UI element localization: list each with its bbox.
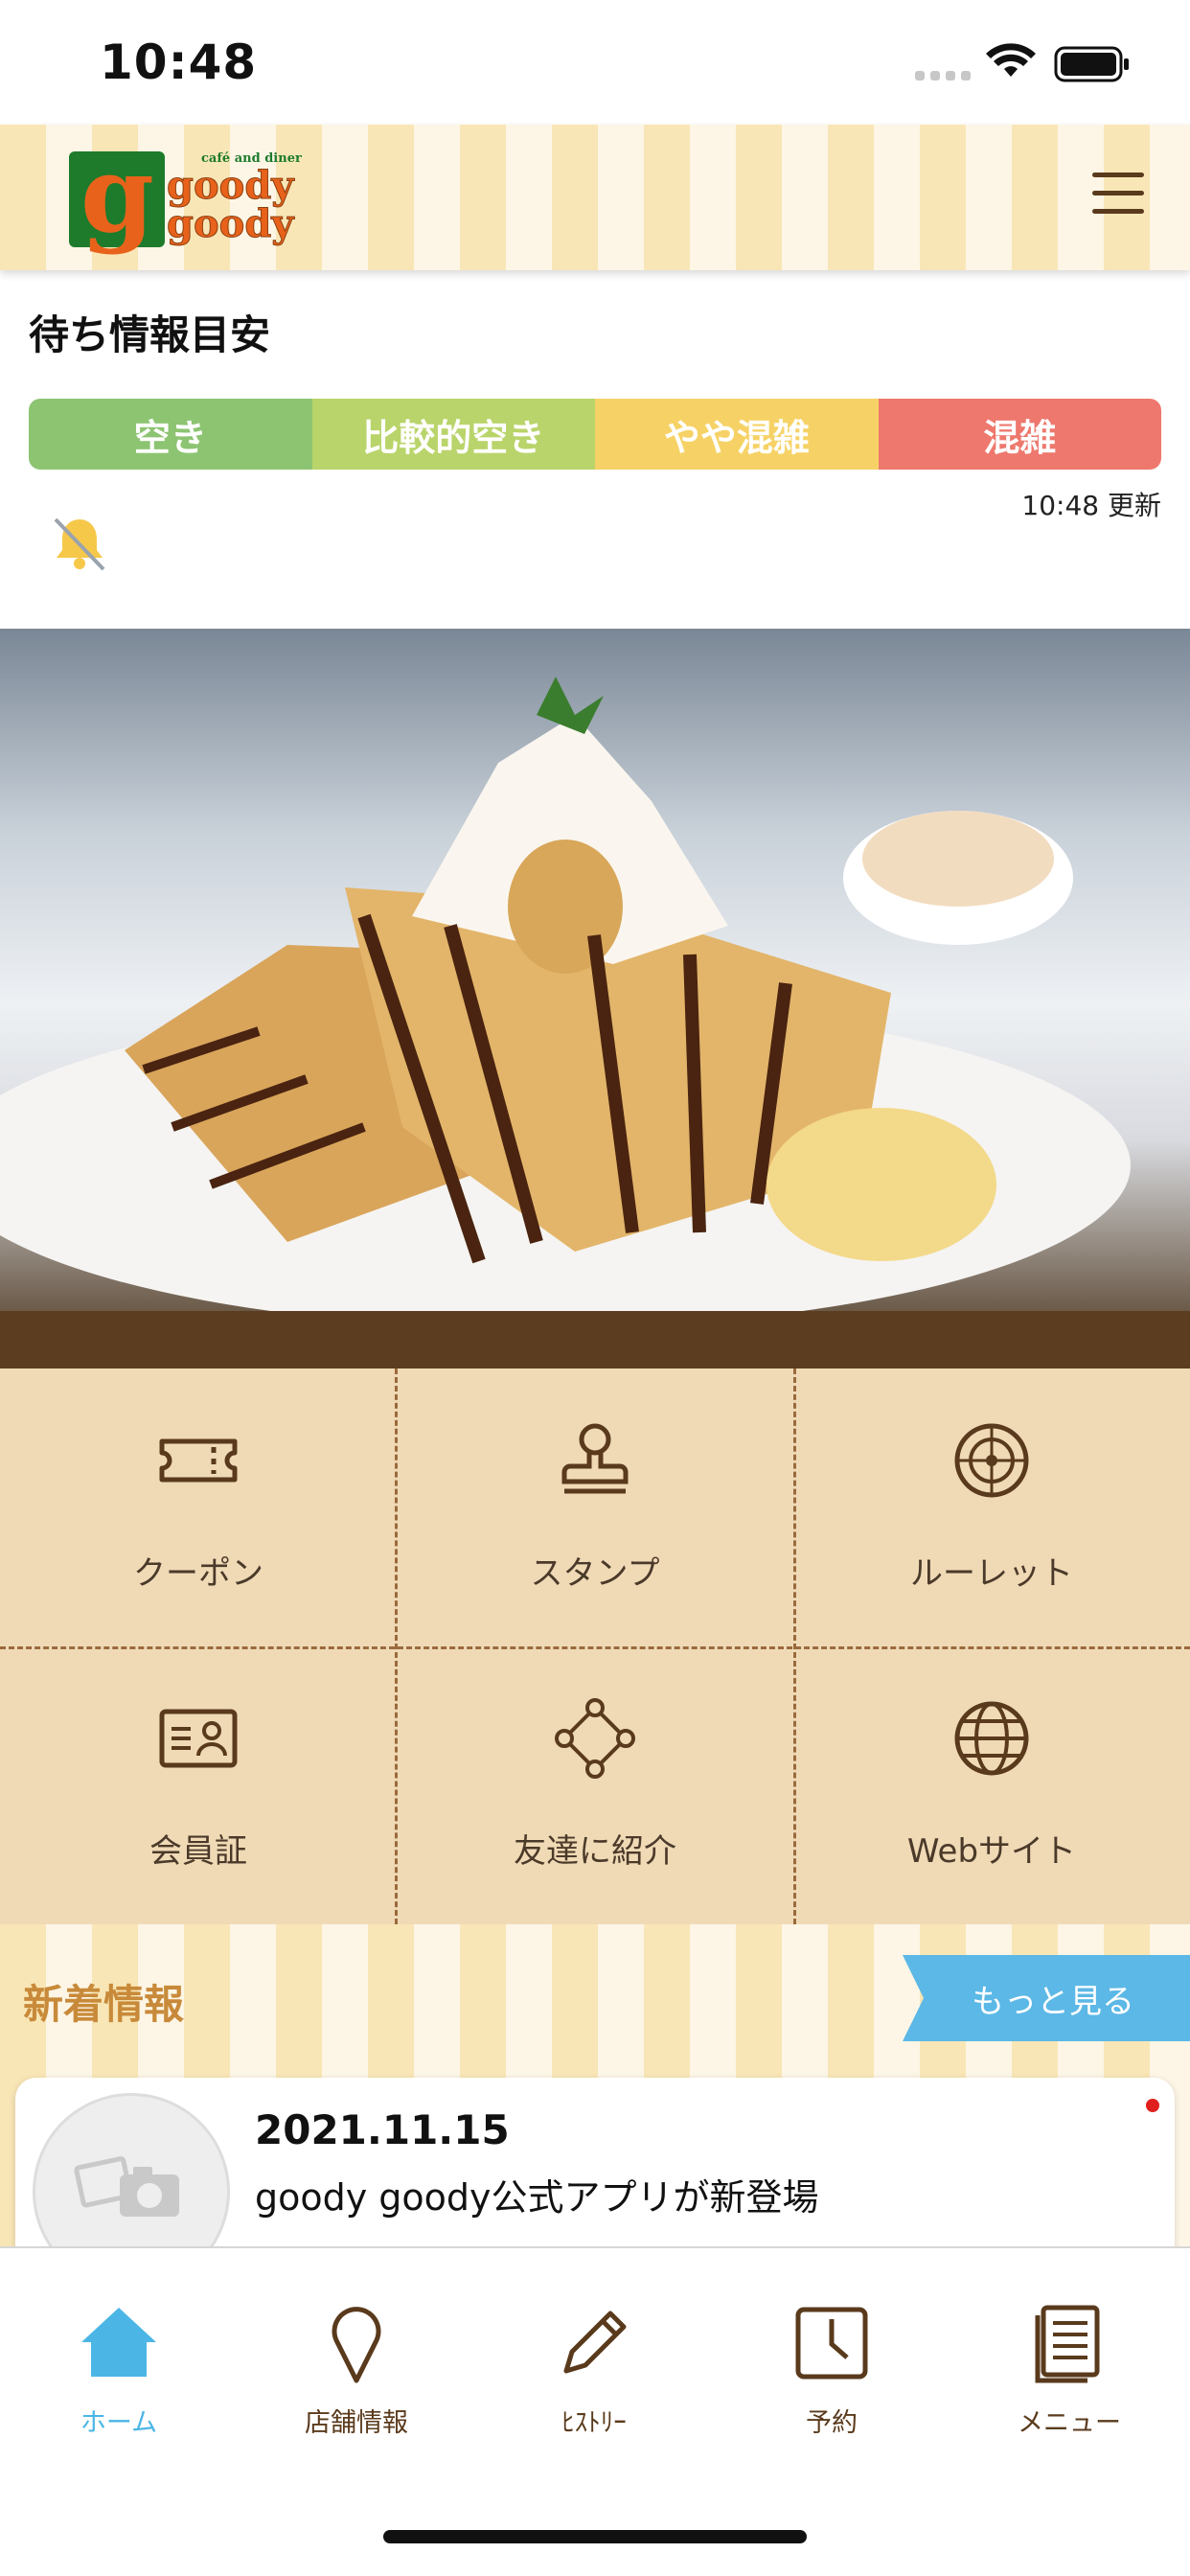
unread-indicator (1146, 2099, 1159, 2112)
menu-item-refer-friend[interactable]: 友達に紹介 (397, 1646, 793, 1924)
tab-label: メニュー (1018, 2408, 1121, 2438)
logo-badge-letter: g (80, 132, 154, 256)
wait-level-fairly-vacant: 比較的空き (311, 399, 595, 470)
tab-label: 予約 (806, 2408, 858, 2438)
pencil-icon (563, 2311, 627, 2374)
tab-label: ホーム (80, 2408, 158, 2438)
tab-reservation[interactable]: 予約 (713, 2300, 950, 2439)
location-pin-icon (332, 2307, 381, 2383)
clock-icon (795, 2307, 868, 2380)
home-indicator (383, 2530, 807, 2543)
menu-item-label: Webサイト (906, 1832, 1077, 1871)
tab-history[interactable]: ﾋｽﾄﾘｰ (475, 2300, 713, 2439)
tab-menu[interactable]: メニュー (950, 2300, 1188, 2439)
tab-label: ﾋｽﾄﾘｰ (561, 2408, 627, 2438)
ticket-icon (159, 1438, 238, 1483)
status-time: 10:48 (100, 34, 258, 90)
updated-time: 10:48 更新 (1021, 490, 1161, 521)
menu-book-icon (1035, 2305, 1100, 2383)
wifi-icon (986, 43, 1036, 77)
menu-item-label: スタンプ (530, 1554, 660, 1593)
tab-label: 店舗情報 (305, 2408, 408, 2438)
see-more-label: もっと見る (972, 1982, 1134, 2021)
share-icon (555, 1698, 635, 1779)
roulette-icon (954, 1423, 1029, 1498)
menu-item-label: 友達に紹介 (514, 1832, 676, 1871)
menu-item-member-card[interactable]: 会員証 (0, 1646, 397, 1924)
menu-item-label: ルーレット (910, 1554, 1073, 1593)
stamp-icon (561, 1423, 629, 1494)
news-section: 新着情報 もっと見る 2021.11.15 goody goody公式アプリが新… (0, 1924, 1190, 2308)
menu-item-label: クーポン (133, 1554, 263, 1593)
status-bar: 10:48 (0, 0, 1190, 125)
logo-word-2: goody (167, 201, 295, 246)
member-card-icon (159, 1709, 238, 1768)
news-title: 新着情報 (23, 1981, 185, 2028)
logo-word-1: goody (167, 163, 295, 208)
bottom-tab-bar: ホーム 店舗情報 ﾋｽﾄﾘｰ 予約 メニュー (0, 2246, 1190, 2576)
app-header: g café and diner goody goody (0, 125, 1190, 270)
menu-item-roulette[interactable]: ルーレット (793, 1368, 1190, 1646)
hero-waffle-image (0, 629, 1190, 1311)
news-text: goody goody公式アプリが新登場 (255, 2176, 819, 2219)
menu-item-label: 会員証 (149, 1832, 247, 1871)
menu-item-stamp[interactable]: スタンプ (397, 1368, 793, 1646)
hamburger-icon[interactable] (1092, 172, 1144, 220)
notification-off-bell-icon[interactable] (48, 512, 111, 575)
feature-menu-grid: クーポン スタンプ ルーレット 会員証 友達に紹介 Webサイト (0, 1368, 1190, 1924)
wait-info-title: 待ち情報目安 (29, 311, 271, 358)
wait-level-bar: 空き 比較的空き やや混雑 混雑 (29, 399, 1161, 470)
wait-level-slightly-busy: やや混雑 (595, 399, 879, 470)
goody-goody-logo[interactable]: g café and diner goody goody (69, 142, 328, 247)
brown-divider-band (0, 1311, 1190, 1368)
waffle-illustration (0, 677, 1131, 1311)
menu-item-website[interactable]: Webサイト (793, 1646, 1190, 1924)
signal-icon (915, 71, 971, 80)
tab-store-info[interactable]: 店舗情報 (238, 2300, 475, 2439)
battery-icon (1054, 46, 1129, 82)
wait-level-vacant: 空き (29, 399, 312, 470)
photo-placeholder-icon (74, 2156, 179, 2217)
globe-icon (954, 1701, 1029, 1776)
news-date: 2021.11.15 (255, 2106, 510, 2153)
tab-home[interactable]: ホーム (0, 2300, 238, 2439)
home-icon (81, 2308, 156, 2377)
wait-level-busy: 混雑 (878, 399, 1161, 470)
menu-item-coupon[interactable]: クーポン (0, 1368, 397, 1646)
see-more-button[interactable]: もっと見る (903, 1955, 1190, 2041)
